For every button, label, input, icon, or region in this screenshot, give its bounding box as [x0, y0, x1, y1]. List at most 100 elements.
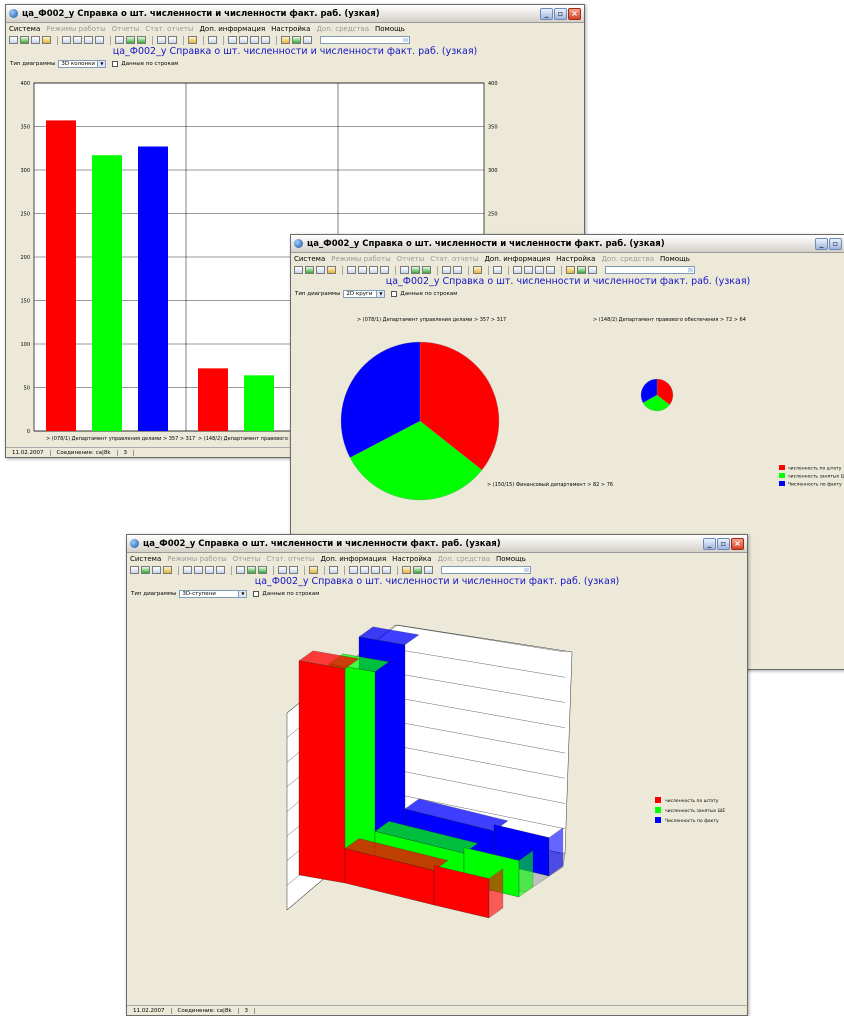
home-icon[interactable]	[292, 36, 301, 44]
note-icon[interactable]	[402, 566, 411, 574]
home-icon[interactable]	[577, 266, 586, 274]
edit-icon[interactable]	[62, 36, 71, 44]
menu-item-help[interactable]: Помощь	[375, 25, 405, 33]
menu-item-system[interactable]: Система	[130, 555, 161, 563]
menu-item-extra-info[interactable]: Доп. информация	[320, 555, 386, 563]
by-rows-checkbox[interactable]	[112, 60, 119, 67]
maximize-icon[interactable]: ▫	[717, 537, 730, 550]
sort-desc-icon[interactable]	[289, 566, 298, 574]
save-icon[interactable]	[152, 566, 161, 574]
menu-item-help[interactable]: Помощь	[660, 255, 690, 263]
menu-item-stat-reports[interactable]: Стат. отчеты	[145, 25, 193, 33]
menu-item-modes[interactable]: Режимы работы	[167, 555, 226, 563]
tools-icon[interactable]	[535, 266, 544, 274]
disk-icon[interactable]	[369, 266, 378, 274]
copy-icon[interactable]	[194, 566, 203, 574]
maximize-icon[interactable]: ▫	[829, 237, 842, 250]
export-icon[interactable]	[422, 266, 431, 274]
minimize-icon[interactable]: _	[540, 7, 553, 20]
menu-item-stat-reports[interactable]: Стат. отчеты	[430, 255, 478, 263]
close-icon[interactable]: ×	[731, 537, 744, 550]
menu-item-settings[interactable]: Настройка	[556, 255, 595, 263]
chevron-down-icon[interactable]: ▼	[376, 290, 385, 297]
refresh-icon[interactable]	[305, 266, 314, 274]
delete-icon[interactable]	[380, 266, 389, 274]
folder-icon[interactable]	[163, 566, 172, 574]
menu-item-system[interactable]: Система	[9, 25, 40, 33]
menu-item-reports[interactable]: Отчеты	[397, 255, 425, 263]
menu-item-system[interactable]: Система	[294, 255, 325, 263]
help-icon[interactable]	[424, 566, 433, 574]
menu-item-extra-tools[interactable]: Доп. средства	[437, 555, 490, 563]
title-bar[interactable]: ца_Ф002_у Справка о шт. численности и чи…	[127, 535, 747, 553]
filter-icon[interactable]	[513, 266, 522, 274]
note-icon[interactable]	[281, 36, 290, 44]
title-bar[interactable]: ца_Ф002_у Справка о шт. численности и чи…	[6, 5, 584, 23]
folder-icon[interactable]	[42, 36, 51, 44]
chevron-down-icon[interactable]: ▼	[238, 590, 247, 597]
window-icon[interactable]	[329, 566, 338, 574]
refresh-icon[interactable]	[20, 36, 29, 44]
edit-icon[interactable]	[347, 266, 356, 274]
menu-item-settings[interactable]: Настройка	[392, 555, 431, 563]
folder-icon[interactable]	[327, 266, 336, 274]
close-icon[interactable]: ×	[568, 7, 581, 20]
chart-type-select[interactable]: 3D-ступени ▼	[179, 589, 248, 598]
sort-asc-icon[interactable]	[278, 566, 287, 574]
excel-icon[interactable]	[247, 566, 256, 574]
tools-icon[interactable]	[250, 36, 259, 44]
sort-desc-icon[interactable]	[168, 36, 177, 44]
title-bar[interactable]: ца_Ф002_у Справка о шт. численности и чи…	[291, 235, 844, 253]
menu-item-reports[interactable]: Отчеты	[112, 25, 140, 33]
print-icon[interactable]	[400, 266, 409, 274]
disk-icon[interactable]	[205, 566, 214, 574]
menu-item-modes[interactable]: Режимы работы	[331, 255, 390, 263]
menu-item-help[interactable]: Помощь	[496, 555, 526, 563]
open-icon[interactable]	[294, 266, 303, 274]
print-icon[interactable]	[115, 36, 124, 44]
filter-icon[interactable]	[349, 566, 358, 574]
sort-desc-icon[interactable]	[453, 266, 462, 274]
report-combo[interactable]	[320, 36, 410, 44]
screen-icon[interactable]	[261, 36, 270, 44]
sort-asc-icon[interactable]	[157, 36, 166, 44]
open-icon[interactable]	[9, 36, 18, 44]
chart-type-select[interactable]: 3D колонки ▼	[58, 59, 107, 68]
menu-item-extra-tools[interactable]: Доп. средства	[601, 255, 654, 263]
menu-item-modes[interactable]: Режимы работы	[46, 25, 105, 33]
grid-icon[interactable]	[360, 566, 369, 574]
print-icon[interactable]	[236, 566, 245, 574]
minimize-icon[interactable]: _	[703, 537, 716, 550]
filter-icon[interactable]	[228, 36, 237, 44]
menu-item-settings[interactable]: Настройка	[271, 25, 310, 33]
copy-icon[interactable]	[358, 266, 367, 274]
delete-icon[interactable]	[216, 566, 225, 574]
chart-type-select[interactable]: 2D круги ▼	[343, 289, 386, 298]
delete-icon[interactable]	[95, 36, 104, 44]
menu-item-extra-info[interactable]: Доп. информация	[199, 25, 265, 33]
grid-icon[interactable]	[524, 266, 533, 274]
refresh-icon[interactable]	[141, 566, 150, 574]
open-icon[interactable]	[130, 566, 139, 574]
report-combo[interactable]	[441, 566, 531, 574]
save-icon[interactable]	[31, 36, 40, 44]
copy-icon[interactable]	[73, 36, 82, 44]
export-icon[interactable]	[137, 36, 146, 44]
screen-icon[interactable]	[382, 566, 391, 574]
by-rows-checkbox[interactable]	[391, 290, 398, 297]
tools-icon[interactable]	[371, 566, 380, 574]
grid-icon[interactable]	[239, 36, 248, 44]
chart-icon[interactable]	[188, 36, 197, 44]
menu-item-stat-reports[interactable]: Стат. отчеты	[266, 555, 314, 563]
chevron-down-icon[interactable]: ▼	[97, 60, 106, 67]
chart-icon[interactable]	[473, 266, 482, 274]
home-icon[interactable]	[413, 566, 422, 574]
menu-item-extra-info[interactable]: Доп. информация	[484, 255, 550, 263]
by-rows-checkbox[interactable]	[253, 590, 260, 597]
help-icon[interactable]	[303, 36, 312, 44]
maximize-icon[interactable]: ▫	[554, 7, 567, 20]
menu-item-extra-tools[interactable]: Доп. средства	[316, 25, 369, 33]
disk-icon[interactable]	[84, 36, 93, 44]
report-combo[interactable]	[605, 266, 695, 274]
excel-icon[interactable]	[411, 266, 420, 274]
